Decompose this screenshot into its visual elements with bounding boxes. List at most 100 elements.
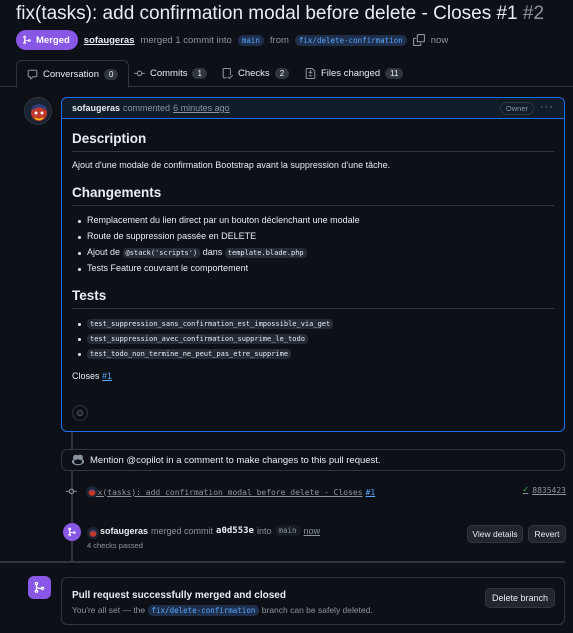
list-item: Remplacement du lien direct par un bouto… — [72, 215, 554, 231]
avatar[interactable] — [86, 486, 98, 498]
merged-state-badge: Merged — [16, 30, 78, 50]
list-item-text: Tests Feature couvrant le comportement — [87, 263, 249, 273]
merged-head-branch[interactable]: fix/delete-confirmation — [147, 605, 260, 616]
list-item: Ajout de @stack('scripts') dans template… — [72, 247, 554, 263]
tab-commits-count: 1 — [192, 68, 207, 79]
merged-status-box: Pull request successfully merged and clo… — [61, 577, 565, 625]
heading-tests: Tests — [72, 288, 554, 309]
merged-status-text: You're all set — the fix/delete-confirma… — [72, 605, 373, 616]
comment-icon — [27, 69, 38, 79]
comment-verb: commented — [123, 103, 171, 113]
delete-branch-button[interactable]: Delete branch — [485, 588, 555, 608]
pr-time: now — [430, 34, 449, 46]
merge-commit-sha[interactable]: a0d553e — [216, 526, 254, 536]
test-name: test_suppression_avec_confirmation_suppr… — [87, 334, 308, 344]
add-reaction-icon[interactable]: ☺ — [72, 405, 88, 421]
list-item-text: dans — [202, 247, 223, 257]
merge-icon — [23, 35, 31, 45]
copy-icon[interactable] — [412, 34, 425, 46]
merge-summary-text: merged 1 commit into — [140, 34, 232, 46]
merge-icon — [68, 527, 76, 537]
check-icon: ✓ — [522, 485, 529, 495]
closes-line: Closes #1 — [72, 371, 554, 381]
file-diff-icon — [305, 68, 316, 79]
comment-header: sofaugeras commented 6 minutes ago Owner… — [62, 98, 564, 119]
merge-event-into: into — [256, 525, 272, 536]
pr-title: fix(tasks): add confirmation modal befor… — [16, 3, 544, 25]
copilot-mention-hint: Mention @copilot in a comment to make ch… — [61, 449, 565, 471]
tab-files-changed[interactable]: Files changed 11 — [305, 60, 404, 87]
commit-sha: 8835423 — [532, 485, 566, 495]
pr-title-text: fix(tasks): add confirmation modal befor… — [16, 3, 518, 24]
list-item-text: Remplacement du lien direct par un bouto… — [87, 215, 360, 225]
tab-files-changed-count: 11 — [385, 68, 404, 79]
merge-base-branch[interactable]: main — [274, 525, 301, 536]
comment-author[interactable]: sofaugeras — [72, 103, 120, 113]
test-name: test_todo_non_termine_ne_peut_pas_etre_s… — [87, 349, 292, 359]
list-item: Tests Feature couvrant le comportement — [72, 263, 554, 279]
revert-button[interactable]: Revert — [528, 525, 566, 543]
checklist-icon — [222, 68, 233, 79]
pr-meta: Merged sofaugeras merged 1 commit into m… — [16, 30, 448, 50]
owner-badge: Owner — [499, 102, 534, 115]
list-item: test_suppression_sans_confirmation_est_i… — [72, 318, 554, 333]
pr-author-link[interactable]: sofaugeras — [84, 35, 135, 46]
tab-conversation[interactable]: Conversation 0 — [16, 60, 130, 88]
view-details-button[interactable]: View details — [467, 525, 523, 543]
merge-event: sofaugeras merged commit a0d553e into ma… — [86, 525, 320, 536]
kebab-menu-icon[interactable]: ··· — [540, 102, 554, 113]
merge-event-icon — [63, 523, 81, 541]
copilot-icon — [72, 454, 84, 466]
commit-icon — [134, 70, 145, 77]
code-template-file: template.blade.php — [224, 248, 307, 258]
tab-checks-count: 2 — [274, 68, 290, 79]
avatar-image — [25, 98, 51, 124]
avatar[interactable] — [24, 97, 52, 125]
comment-body: Description Ajout d'une modale de confir… — [62, 119, 564, 393]
merged-status-text-pre: You're all set — the — [72, 605, 146, 615]
commit-message-link[interactable]: fix(tasks): add confirmation modal befor… — [88, 488, 363, 497]
merge-event-text: merged commit — [151, 525, 214, 536]
tab-checks[interactable]: Checks 2 — [222, 60, 290, 87]
closes-text: Closes — [72, 371, 100, 381]
mention-text: Mention @copilot in a comment to make ch… — [90, 454, 381, 466]
test-name: test_suppression_sans_confirmation_est_i… — [87, 319, 334, 329]
merge-event-time[interactable]: now — [304, 526, 321, 536]
from-text: from — [269, 34, 289, 46]
commit-issue-link[interactable]: #1 — [366, 488, 376, 497]
tab-files-changed-label: Files changed — [321, 68, 381, 79]
list-item: test_suppression_avec_confirmation_suppr… — [72, 333, 554, 348]
head-branch-pill[interactable]: fix/delete-confirmation — [294, 34, 407, 46]
tab-conversation-label: Conversation — [43, 68, 99, 80]
commit-row: fix(tasks): add confirmation modal befor… — [66, 485, 566, 499]
description-text: Ajout d'une modale de confirmation Boots… — [72, 160, 391, 170]
list-item-text: Ajout de — [87, 247, 121, 257]
timeline-divider — [0, 561, 565, 563]
closes-issue-link[interactable]: #1 — [102, 371, 112, 381]
tab-checks-label: Checks — [238, 68, 270, 79]
merge-icon — [34, 581, 45, 594]
tab-commits[interactable]: Commits 1 — [134, 60, 207, 87]
merge-event-author[interactable]: sofaugeras — [100, 526, 148, 536]
commit-icon — [66, 488, 77, 495]
tests-list: test_suppression_sans_confirmation_est_i… — [72, 318, 554, 363]
merged-status-title: Pull request successfully merged and clo… — [72, 590, 286, 601]
pr-description-comment: sofaugeras commented 6 minutes ago Owner… — [61, 97, 565, 432]
avatar-image — [86, 486, 98, 498]
base-branch-pill[interactable]: main — [237, 34, 264, 46]
heading-changes: Changements — [72, 185, 554, 206]
checks-passed-text[interactable]: 4 checks passed — [87, 541, 143, 550]
timeline-line — [71, 432, 73, 449]
pr-tabs: Conversation 0 Commits 1 Checks 2 Files … — [0, 60, 573, 88]
heading-description: Description — [72, 131, 554, 152]
list-item-text: Route de suppression passée en DELETE — [87, 231, 257, 241]
merged-state-label: Merged — [36, 34, 70, 46]
tab-commits-label: Commits — [150, 68, 188, 79]
list-item: test_todo_non_termine_ne_peut_pas_etre_s… — [72, 348, 554, 363]
commit-sha-link[interactable]: ✓ 8835423 — [523, 485, 566, 495]
comment-time[interactable]: 6 minutes ago — [173, 103, 230, 113]
code-stack-scripts: @stack('scripts') — [122, 248, 201, 258]
list-item: Route de suppression passée en DELETE — [72, 231, 554, 247]
merged-status-icon — [28, 576, 51, 599]
changes-list: Remplacement du lien direct par un bouto… — [72, 215, 554, 279]
